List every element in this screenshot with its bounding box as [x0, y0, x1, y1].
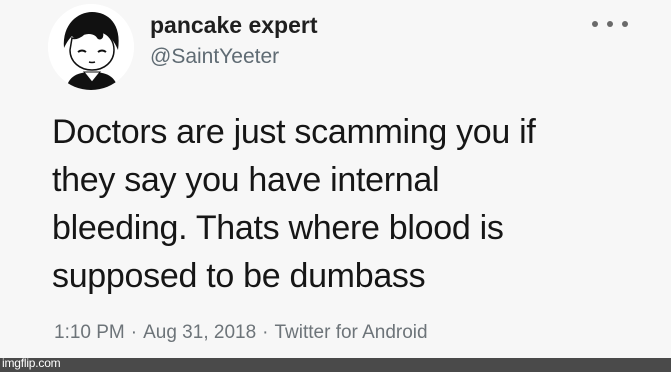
dot [592, 21, 598, 27]
avatar[interactable] [48, 4, 134, 90]
tweet-time[interactable]: 1:10 PM [54, 322, 125, 343]
user-handle[interactable]: @SaintYeeter [150, 45, 279, 69]
tweet-date[interactable]: Aug 31, 2018 [143, 322, 256, 343]
more-dots-icon[interactable] [592, 12, 628, 36]
separator: · [262, 322, 269, 343]
separator: · [130, 322, 138, 343]
watermark: imgflip.com [2, 356, 61, 370]
tweet-card: pancake expert @SaintYeeter Doctors are … [0, 0, 671, 358]
display-name[interactable]: pancake expert [150, 12, 317, 39]
avatar-image [48, 4, 134, 90]
tweet-source[interactable]: Twitter for Android [274, 322, 427, 343]
tweet-metadata: 1:10 PM · Aug 31, 2018 · Twitter for Android [54, 322, 428, 344]
dot [622, 21, 628, 27]
tweet-text: Doctors are just scamming you if they sa… [52, 113, 536, 295]
watermark-bar [0, 358, 671, 372]
dot [607, 21, 613, 27]
